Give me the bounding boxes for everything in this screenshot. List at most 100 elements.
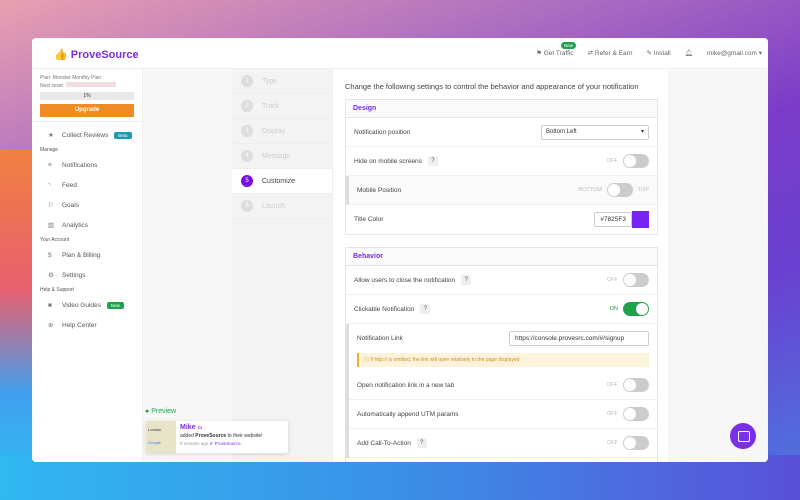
chart-icon: ▥ xyxy=(48,222,55,229)
hide-mobile-row: Hide on mobile screens? OFF xyxy=(346,147,657,176)
video-icon: ■ xyxy=(48,301,52,309)
preview-text-post: to their website! xyxy=(227,433,263,439)
label: Collect Reviews xyxy=(62,131,109,139)
help-icon[interactable]: ? xyxy=(427,156,438,166)
get-traffic-link[interactable]: ⚑ Get Traffic xyxy=(536,49,574,57)
step-number: 6 xyxy=(241,200,253,212)
new-tab-toggle[interactable] xyxy=(623,378,649,392)
lifebuoy-icon: ⊕ xyxy=(48,322,54,329)
position-select[interactable]: Bottom Left ▾ xyxy=(541,124,649,140)
title-color-row: Title Color #7825F3 xyxy=(346,205,657,234)
sidebar-item-video-guides[interactable]: ■ Video Guides New xyxy=(32,295,142,315)
behavior-heading: Behavior xyxy=(346,248,657,266)
beta-badge: Beta xyxy=(114,131,132,139)
top-bar: 👍 ProveSource New ⚑ Get Traffic ⇄ Refer … xyxy=(32,38,768,69)
hide-mobile-toggle[interactable] xyxy=(623,154,649,168)
link-input[interactable]: https://console.provesrc.com/#/signup xyxy=(509,331,649,346)
preview-label: ● Preview xyxy=(145,408,177,415)
upgrade-button[interactable]: Upgrade xyxy=(40,104,134,117)
map-thumbnail: London Google xyxy=(146,421,176,453)
step-track[interactable]: 2 Track xyxy=(232,94,332,119)
state: OFF xyxy=(607,382,618,388)
preview-text: Preview xyxy=(151,408,177,415)
bell-icon[interactable]: 🔔︎ xyxy=(685,49,693,57)
intro-text: Change the following settings to control… xyxy=(345,82,639,91)
select-value: Bottom Left xyxy=(546,128,577,135)
sidebar-item-feed[interactable]: ◝ Feed xyxy=(32,175,142,195)
sidebar-item-plan-billing[interactable]: $ Plan & Billing xyxy=(32,245,142,265)
label: Settings xyxy=(62,271,86,279)
color-swatch[interactable] xyxy=(632,211,649,228)
get-traffic-label: Get Traffic xyxy=(543,50,574,57)
position-row: Notification position Bottom Left ▾ xyxy=(346,118,657,147)
cta-toggle[interactable] xyxy=(623,436,649,450)
gear-icon: ⚙ xyxy=(48,272,54,279)
label: Video Guides xyxy=(62,301,101,309)
label: Help Center xyxy=(62,321,97,329)
utm-toggle[interactable] xyxy=(623,407,649,421)
state: OFF xyxy=(607,411,618,417)
state: ON xyxy=(609,306,618,312)
step-label: Type xyxy=(262,77,278,85)
step-launch[interactable]: 6 Launch xyxy=(232,194,332,219)
sidebar-item-help-center[interactable]: ⊕ Help Center xyxy=(32,315,142,335)
step-customize[interactable]: 5 Customize xyxy=(232,169,332,194)
next-reset: Next reset: xyxy=(40,83,65,89)
utm-row: Automatically append UTM params OFF xyxy=(349,400,657,429)
state: OFF xyxy=(607,277,618,283)
app-window: 👍 ProveSource New ⚑ Get Traffic ⇄ Refer … xyxy=(32,38,768,462)
help-icon[interactable]: ? xyxy=(416,438,427,448)
label: Mobile Position xyxy=(357,186,402,194)
notification-preview: London Google Mike ▭ added ProveSource to… xyxy=(146,421,288,453)
step-message[interactable]: 4 Message xyxy=(232,144,332,169)
bottom-option: BOTTOM xyxy=(578,187,602,193)
list-icon: ≡ xyxy=(48,161,52,169)
design-heading: Design xyxy=(346,100,657,118)
star-icon: ★ xyxy=(48,132,54,139)
step-label: Track xyxy=(262,102,280,110)
step-type[interactable]: 1 Type xyxy=(232,69,332,94)
step-label: Customize xyxy=(262,177,296,185)
step-number: 4 xyxy=(241,150,253,162)
section-account: Your Account xyxy=(40,237,70,243)
design-section: Design Notification position Bottom Left ▾… xyxy=(345,99,658,235)
install-link[interactable]: ✎ Install xyxy=(646,49,670,57)
step-label: Display xyxy=(262,127,285,135)
brand-name: ProveSource xyxy=(70,49,139,61)
clickable-toggle[interactable] xyxy=(623,302,649,316)
thumbs-up-icon: 👍 xyxy=(54,49,68,61)
step-number: 3 xyxy=(241,125,253,137)
sidebar-item-notifications[interactable]: ≡ Notifications xyxy=(32,155,142,175)
sidebar-item-collect-reviews[interactable]: ★ Collect Reviews Beta xyxy=(32,125,142,145)
install-label: Install xyxy=(653,50,671,57)
link-row: Notification Link https://console.provesr… xyxy=(349,324,657,353)
sidebar-item-analytics[interactable]: ▥ Analytics xyxy=(32,215,142,235)
label: Goals xyxy=(62,201,79,209)
label: Hide on mobile screens xyxy=(354,157,422,165)
sidebar-item-settings[interactable]: ⚙ Settings xyxy=(32,265,142,285)
brand-logo[interactable]: 👍 ProveSource xyxy=(54,48,139,61)
map-label: London xyxy=(148,427,162,432)
new-tab-row: Open notification link in a new tab OFF xyxy=(349,371,657,400)
allow-close-row: Allow users to close the notification? OF… xyxy=(346,266,657,295)
label: Open notification link in a new tab xyxy=(357,381,455,389)
account-menu[interactable]: mike@gmail.com ▾ xyxy=(707,49,762,57)
help-icon[interactable]: ? xyxy=(420,304,431,314)
link-warning: ⓘ If http:// is omitted, the link will o… xyxy=(357,353,649,367)
refer-earn-link[interactable]: ⇄ Refer & Earn xyxy=(588,49,633,57)
help-icon[interactable]: ? xyxy=(461,275,472,285)
flag-icon: ⚐ xyxy=(48,202,54,209)
allow-close-toggle[interactable] xyxy=(623,273,649,287)
step-display[interactable]: 3 Display xyxy=(232,119,332,144)
mobile-position-toggle[interactable] xyxy=(606,183,633,197)
new-badge: New xyxy=(106,301,124,309)
preview-verified: ProveSource xyxy=(214,441,241,446)
chat-launcher-button[interactable] xyxy=(730,423,756,449)
step-number: 2 xyxy=(241,100,253,112)
sidebar-item-goals[interactable]: ⚐ Goals xyxy=(32,195,142,215)
step-label: Launch xyxy=(262,202,285,210)
state: OFF xyxy=(607,440,618,446)
step-number: 1 xyxy=(241,75,253,87)
label: Allow users to close the notification xyxy=(354,276,456,284)
title-color-input[interactable]: #7825F3 xyxy=(594,212,632,227)
